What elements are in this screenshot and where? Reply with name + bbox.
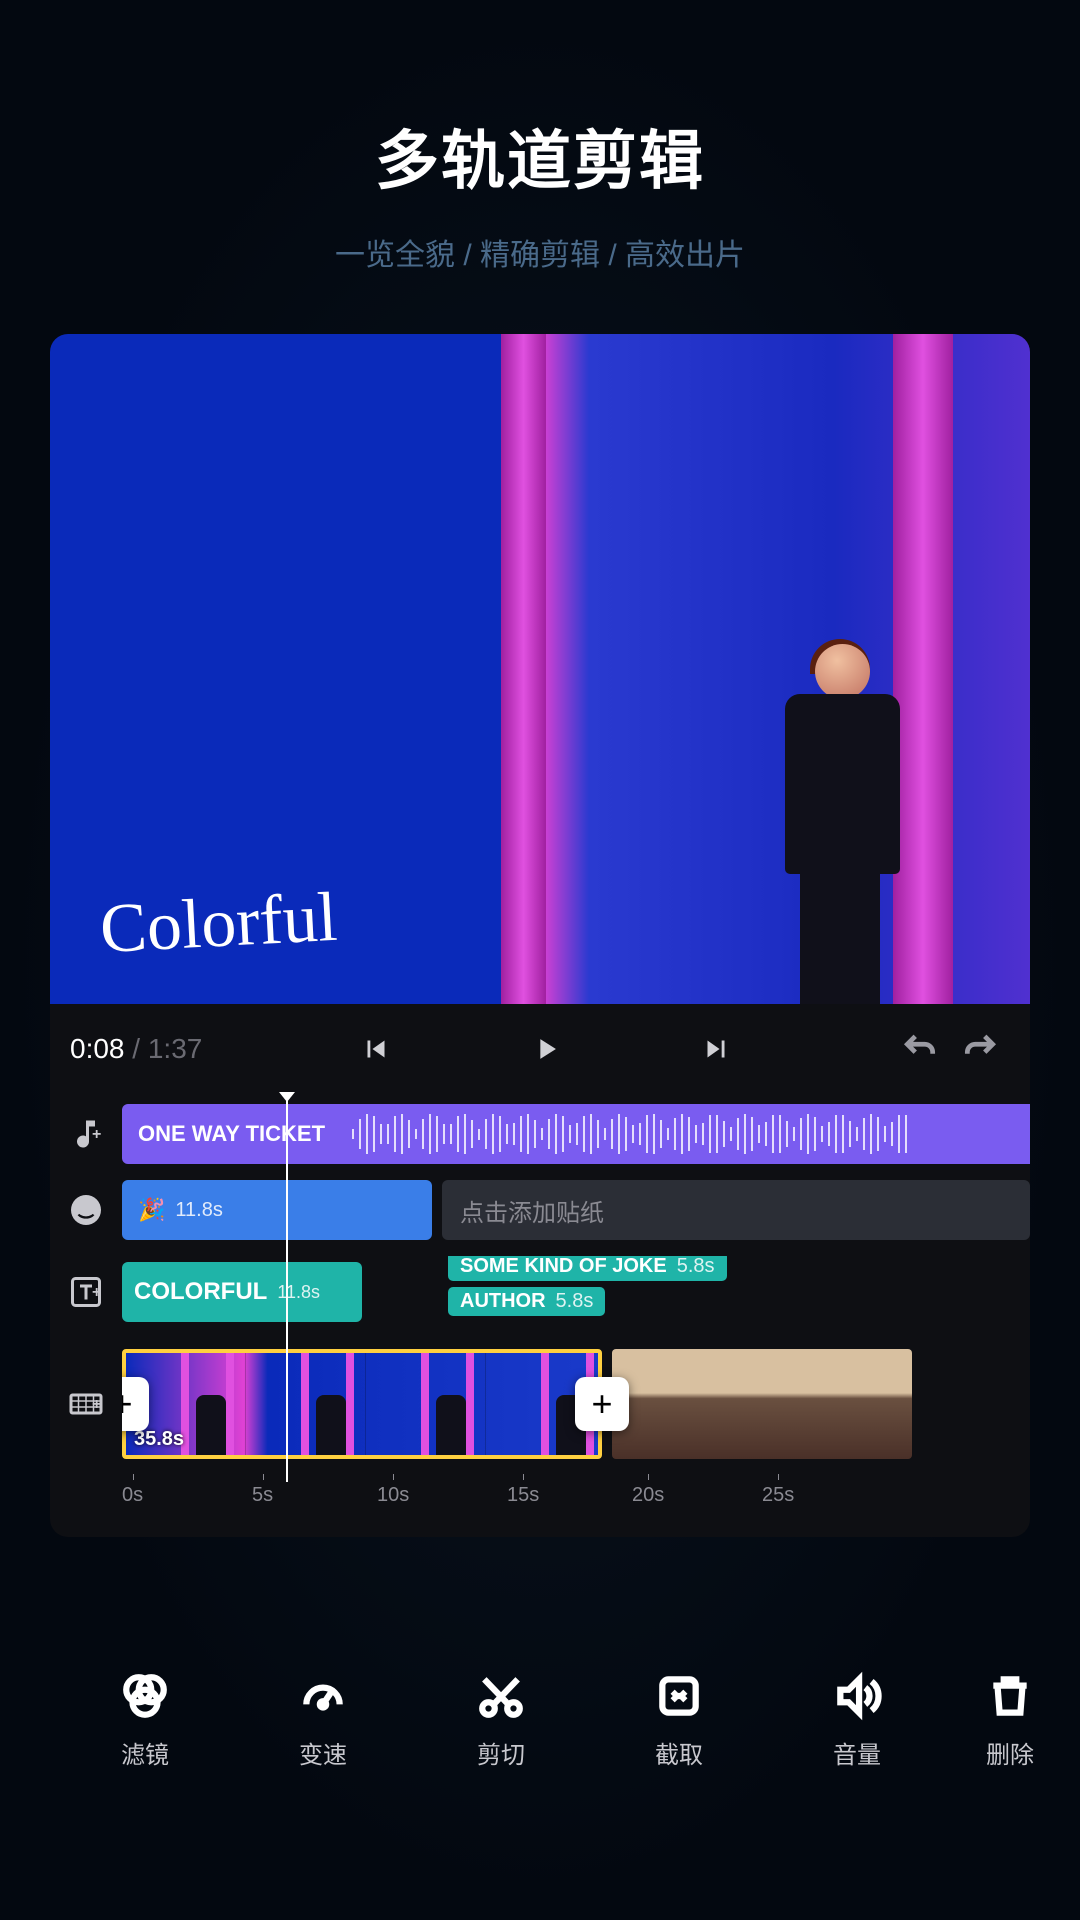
video-track: + + 35.8s + bbox=[50, 1344, 1030, 1464]
insert-clip-button[interactable]: + bbox=[575, 1377, 629, 1431]
sticker-emoji: 🎉 bbox=[138, 1197, 165, 1223]
scissors-icon bbox=[476, 1671, 526, 1721]
insert-clip-button[interactable]: + bbox=[122, 1377, 149, 1431]
undo-button[interactable] bbox=[890, 1030, 950, 1068]
clip-duration: 35.8s bbox=[134, 1428, 184, 1451]
add-music-button[interactable]: + bbox=[50, 1116, 122, 1152]
clip-label: ONE WAY TICKET bbox=[138, 1121, 325, 1147]
playhead[interactable] bbox=[286, 1094, 288, 1482]
crop-tool[interactable]: 截取 bbox=[604, 1671, 754, 1770]
skip-previous-icon bbox=[359, 1032, 393, 1066]
prev-button[interactable] bbox=[341, 1032, 411, 1066]
video-clip-active[interactable]: 35.8s bbox=[122, 1349, 602, 1459]
clip-duration: 11.8s bbox=[175, 1199, 222, 1222]
bottom-toolbar: 滤镜 变速 剪切 截取 音量 删除 bbox=[50, 1671, 1080, 1770]
volume-tool[interactable]: 音量 bbox=[782, 1671, 932, 1770]
text-clip-sub[interactable]: SOME KIND OF JOKE 5.8s bbox=[448, 1256, 727, 1281]
music-clip[interactable]: ONE WAY TICKET bbox=[122, 1104, 1030, 1164]
redo-button[interactable] bbox=[950, 1030, 1010, 1068]
skip-next-icon bbox=[699, 1032, 733, 1066]
plus-icon: + bbox=[92, 1128, 108, 1144]
next-button[interactable] bbox=[681, 1032, 751, 1066]
timecode: 0:08 / 1:37 bbox=[70, 1033, 202, 1065]
delete-tool[interactable]: 删除 bbox=[960, 1671, 1060, 1770]
clip-label: COLORFUL bbox=[134, 1278, 267, 1306]
text-track: + COLORFUL 11.8s SOME KIND OF JOKE 5.8s … bbox=[50, 1256, 1030, 1328]
play-button[interactable] bbox=[511, 1032, 581, 1066]
video-editor: Colorful 0:08 / 1:37 + bbox=[50, 334, 1030, 1537]
speed-icon bbox=[298, 1671, 348, 1721]
promo-header: 多轨道剪辑 一览全貌 / 精确剪辑 / 高效出片 bbox=[0, 0, 1080, 274]
text-clip-sub[interactable]: AUTHOR 5.8s bbox=[448, 1287, 605, 1316]
sticker-clip[interactable]: 🎉 11.8s bbox=[122, 1180, 432, 1240]
cut-tool[interactable]: 剪切 bbox=[426, 1671, 576, 1770]
filter-icon bbox=[120, 1671, 170, 1721]
plus-icon: + bbox=[92, 1398, 108, 1414]
text-clip-main[interactable]: COLORFUL 11.8s bbox=[122, 1262, 362, 1322]
watermark-text: Colorful bbox=[98, 878, 339, 970]
time-ruler[interactable]: 0s 5s 10s 15s 20s 25s bbox=[122, 1472, 1030, 1512]
video-clip[interactable] bbox=[612, 1349, 912, 1459]
promo-subtitle: 一览全貌 / 精确剪辑 / 高效出片 bbox=[0, 230, 1080, 274]
plus-icon: + bbox=[92, 1286, 108, 1302]
trash-icon bbox=[985, 1671, 1035, 1721]
current-time: 0:08 bbox=[70, 1033, 125, 1064]
plus-icon: + bbox=[92, 1204, 108, 1220]
promo-title: 多轨道剪辑 bbox=[0, 110, 1080, 202]
speed-tool[interactable]: 变速 bbox=[248, 1671, 398, 1770]
redo-icon bbox=[961, 1030, 999, 1068]
sticker-track: + 🎉 11.8s 点击添加贴纸 bbox=[50, 1180, 1030, 1240]
add-text-button[interactable]: + bbox=[50, 1274, 122, 1310]
timeline-tracks: + ONE WAY TICKET + 🎉 11.8s 点击添加贴纸 bbox=[50, 1094, 1030, 1537]
preview-canvas[interactable]: Colorful bbox=[50, 334, 1030, 1004]
undo-icon bbox=[901, 1030, 939, 1068]
transport-bar: 0:08 / 1:37 bbox=[50, 1004, 1030, 1094]
total-time: 1:37 bbox=[148, 1033, 203, 1064]
clip-duration: 11.8s bbox=[277, 1282, 320, 1303]
play-icon bbox=[529, 1032, 563, 1066]
music-track: + ONE WAY TICKET bbox=[50, 1104, 1030, 1164]
filter-tool[interactable]: 滤镜 bbox=[70, 1671, 220, 1770]
volume-icon bbox=[832, 1671, 882, 1721]
add-sticker-button[interactable]: + bbox=[50, 1192, 122, 1228]
add-sticker-hint[interactable]: 点击添加贴纸 bbox=[442, 1180, 1030, 1240]
crop-icon bbox=[654, 1671, 704, 1721]
add-video-button[interactable]: + bbox=[50, 1386, 122, 1422]
